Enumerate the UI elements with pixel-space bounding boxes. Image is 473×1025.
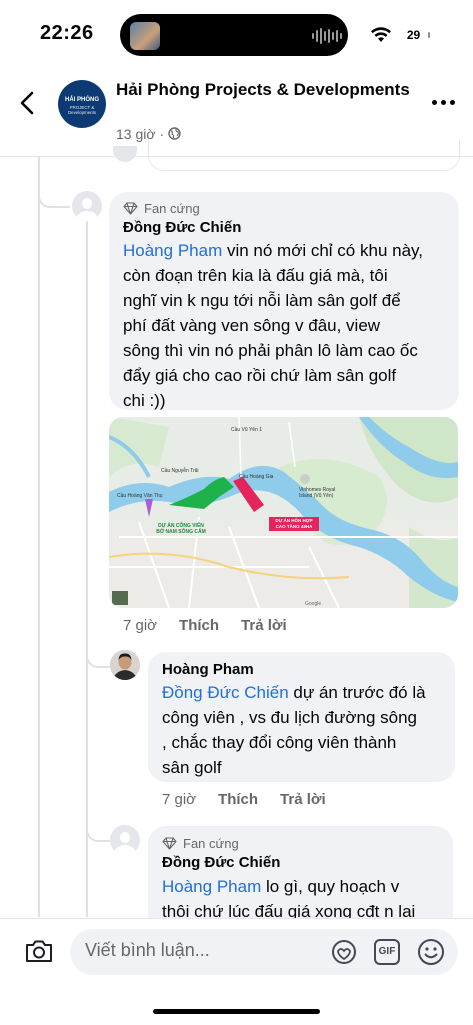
battery-icon: 29 <box>400 27 427 43</box>
avatar[interactable] <box>113 146 137 162</box>
wifi-icon <box>371 27 391 42</box>
like-button[interactable]: Thích <box>218 791 258 808</box>
diamond-icon <box>123 202 138 215</box>
reply-button[interactable]: Trả lời <box>241 617 287 634</box>
user-photo <box>110 650 140 680</box>
avatar[interactable] <box>110 650 140 680</box>
avatar[interactable] <box>72 191 102 221</box>
map-label: DỰ ÁN CÔNG VIÊN BỜ NAM SÔNG CẤM <box>156 523 206 535</box>
map-label: Cầu Hoàng Gia <box>239 474 274 480</box>
gif-icon[interactable]: GIF <box>374 939 400 965</box>
back-arrow-icon[interactable] <box>18 90 38 116</box>
badge-label: Fan cứng <box>183 836 239 851</box>
logo-text: HẢI PHÒNG <box>64 97 99 103</box>
comment-author[interactable]: Hoàng Pham <box>162 661 254 678</box>
comment-meta: 7 giờ Thích Trả lời <box>162 791 326 808</box>
battery-tip <box>428 32 430 38</box>
map-label: Google <box>305 601 322 607</box>
avatar[interactable] <box>110 825 140 855</box>
comment-author[interactable]: Đồng Đức Chiến <box>123 219 241 236</box>
more-options-icon[interactable] <box>432 100 455 105</box>
comment-author[interactable]: Đồng Đức Chiến <box>162 854 280 871</box>
home-indicator <box>153 1009 320 1014</box>
thread-line <box>38 157 40 917</box>
status-time: 22:26 <box>40 22 94 44</box>
media-thumbnail <box>130 22 160 50</box>
map-graphic <box>109 417 458 608</box>
globe-icon <box>168 127 181 140</box>
fan-badge: Fan cứng <box>123 201 200 216</box>
comment-text: Hoàng Pham vin nó mới chỉ có khu này, cò… <box>123 241 423 410</box>
comment-time: 7 giờ <box>123 617 158 634</box>
comment-meta: 7 giờ Thích Trả lời <box>123 617 287 634</box>
badge-label: Fan cứng <box>144 201 200 216</box>
map-label: DỰ ÁN HỖN HỢP CAO TẦNG 49HA <box>269 517 319 531</box>
like-button[interactable]: Thích <box>179 617 219 634</box>
thread-connector <box>86 630 110 668</box>
diamond-icon <box>162 837 177 850</box>
mention-link[interactable]: Hoàng Pham <box>123 241 222 260</box>
comment-time: 7 giờ <box>162 791 197 808</box>
comment-text: Đồng Đức Chiến dự án trước đó là công vi… <box>162 683 426 777</box>
map-image[interactable]: Cầu Vũ Yên 1 Cầu Nguyễn Trãi Cầu Hoàng G… <box>109 417 458 608</box>
emoji-icon[interactable] <box>416 937 446 967</box>
map-label: Vinhomes Royal Island (Vũ Yên) <box>299 487 336 499</box>
fan-badge: Fan cứng <box>162 836 239 851</box>
page-title[interactable]: Hải Phòng Projects & Developments <box>116 78 416 102</box>
page-avatar[interactable]: HẢI PHÒNG PROJECT & Developments <box>58 80 106 128</box>
mention-link[interactable]: Hoàng Pham <box>162 877 261 896</box>
thread-connector <box>38 170 70 208</box>
camera-icon[interactable] <box>24 938 54 964</box>
comment-text: Hoàng Pham lo gì, quy hoạch v thôi chứ l… <box>162 877 416 921</box>
avatar-sticker-icon[interactable] <box>330 938 358 966</box>
map-label: Cầu Hoàng Văn Thụ <box>117 493 163 499</box>
thread-connector <box>86 800 110 842</box>
reply-button[interactable]: Trả lời <box>280 791 326 808</box>
logo-subtext: PROJECT & Developments <box>67 105 97 115</box>
audio-wave-icon <box>312 27 342 45</box>
map-label: Cầu Nguyễn Trãi <box>161 468 199 474</box>
map-label: Cầu Vũ Yên 1 <box>231 427 263 433</box>
comment-placeholder: Viết bình luận... <box>85 940 210 960</box>
mention-link[interactable]: Đồng Đức Chiến <box>162 683 289 702</box>
previous-comment-bubble <box>148 140 460 171</box>
